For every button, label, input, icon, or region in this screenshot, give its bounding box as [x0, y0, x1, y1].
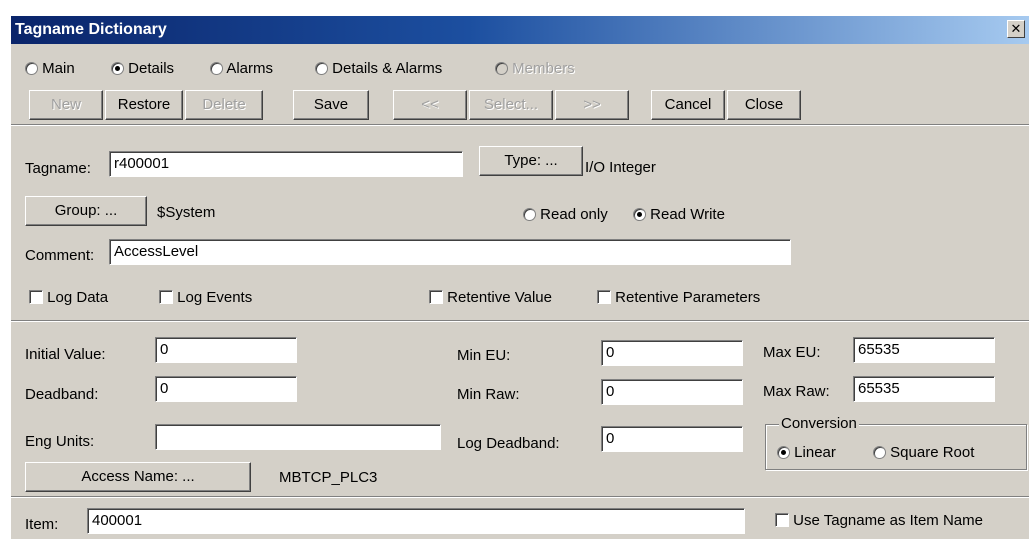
radio-linear[interactable]: Linear [777, 444, 836, 461]
radio-members-icon [495, 62, 508, 75]
log-events-check-icon [159, 290, 173, 304]
window-title: Tagname Dictionary [15, 21, 167, 38]
min-eu-field[interactable]: 0 [601, 340, 743, 366]
radio-details-alarms-icon [315, 62, 328, 75]
min-eu-label: Min EU: [457, 347, 511, 364]
select-button: Select... [469, 90, 553, 120]
tagname-dictionary-window: Tagname Dictionary ✕ Main Details Alarms… [10, 16, 1029, 539]
log-deadband-field[interactable]: 0 [601, 426, 743, 452]
radio-main-icon [25, 62, 38, 75]
item-label: Item: [25, 516, 59, 533]
use-tagname-checkbox[interactable]: Use Tagname as Item Name [775, 512, 983, 529]
radio-read-write-label: Read Write [650, 206, 725, 223]
retentive-value-checkbox[interactable]: Retentive Value [429, 289, 552, 306]
radio-details[interactable]: Details [111, 60, 174, 77]
log-data-checkbox[interactable]: Log Data [29, 289, 108, 306]
eng-units-label: Eng Units: [25, 433, 95, 450]
close-icon[interactable]: ✕ [1007, 20, 1025, 38]
type-value: I/O Integer [585, 159, 656, 176]
initial-value-field[interactable]: 0 [155, 337, 297, 363]
radio-details-alarms[interactable]: Details & Alarms [315, 60, 442, 77]
save-button[interactable]: Save [293, 90, 369, 120]
min-raw-label: Min Raw: [457, 386, 520, 403]
initial-value-label: Initial Value: [25, 346, 106, 363]
radio-read-write[interactable]: Read Write [633, 206, 725, 223]
tagname-field[interactable]: r400001 [109, 151, 463, 177]
min-raw-field[interactable]: 0 [601, 379, 743, 405]
log-data-label: Log Data [47, 289, 109, 306]
group-value: $System [157, 204, 216, 221]
radio-details-icon [111, 62, 124, 75]
log-deadband-label: Log Deadband: [457, 435, 560, 452]
log-events-checkbox[interactable]: Log Events [159, 289, 252, 306]
next-button: >> [555, 90, 629, 120]
deadband-label: Deadband: [25, 386, 99, 403]
radio-details-label: Details [128, 60, 175, 77]
item-field[interactable]: 400001 [87, 508, 745, 534]
radio-read-only-label: Read only [540, 206, 608, 223]
radio-read-only-icon [523, 208, 536, 221]
comment-label: Comment: [25, 247, 95, 264]
radio-details-alarms-label: Details & Alarms [332, 60, 443, 77]
radio-alarms[interactable]: Alarms [210, 60, 273, 77]
use-tagname-label: Use Tagname as Item Name [793, 512, 983, 529]
radio-main[interactable]: Main [25, 60, 75, 77]
title-bar[interactable]: Tagname Dictionary ✕ [11, 16, 1029, 44]
radio-read-only[interactable]: Read only [523, 206, 608, 223]
radio-linear-label: Linear [794, 444, 836, 461]
retentive-value-label: Retentive Value [447, 289, 552, 306]
eng-units-field[interactable] [155, 424, 441, 450]
restore-button[interactable]: Restore [105, 90, 183, 120]
details-separator [11, 320, 1029, 322]
max-raw-label: Max Raw: [763, 383, 830, 400]
use-tagname-check-icon [775, 513, 789, 527]
retentive-parameters-label: Retentive Parameters [615, 289, 761, 306]
radio-main-label: Main [42, 60, 75, 77]
cancel-button[interactable]: Cancel [651, 90, 725, 120]
comment-field[interactable]: AccessLevel [109, 239, 791, 265]
retentive-value-check-icon [429, 290, 443, 304]
deadband-field[interactable]: 0 [155, 376, 297, 402]
group-button[interactable]: Group: ... [25, 196, 147, 226]
radio-square-root-label: Square Root [890, 444, 975, 461]
max-eu-label: Max EU: [763, 344, 821, 361]
radio-alarms-icon [210, 62, 223, 75]
radio-alarms-label: Alarms [226, 60, 274, 77]
close-button[interactable]: Close [727, 90, 801, 120]
retentive-parameters-check-icon [597, 290, 611, 304]
radio-members-label: Members [512, 60, 575, 77]
log-events-label: Log Events [177, 289, 253, 306]
access-name-button[interactable]: Access Name: ... [25, 462, 251, 492]
conversion-label: Conversion [779, 415, 859, 432]
new-button: New [29, 90, 103, 120]
type-button[interactable]: Type: ... [479, 146, 583, 176]
delete-button: Delete [185, 90, 263, 120]
tagname-label: Tagname: [25, 160, 91, 177]
previous-button: << [393, 90, 467, 120]
item-separator [11, 496, 1029, 498]
radio-read-write-icon [633, 208, 646, 221]
toolbar-separator [11, 124, 1029, 126]
max-raw-field[interactable]: 65535 [853, 376, 995, 402]
radio-square-root[interactable]: Square Root [873, 444, 974, 461]
radio-square-root-icon [873, 446, 886, 459]
retentive-parameters-checkbox[interactable]: Retentive Parameters [597, 289, 760, 306]
log-data-check-icon [29, 290, 43, 304]
max-eu-field[interactable]: 65535 [853, 337, 995, 363]
radio-members: Members [495, 60, 575, 77]
access-name-value: MBTCP_PLC3 [279, 469, 378, 486]
radio-linear-icon [777, 446, 790, 459]
